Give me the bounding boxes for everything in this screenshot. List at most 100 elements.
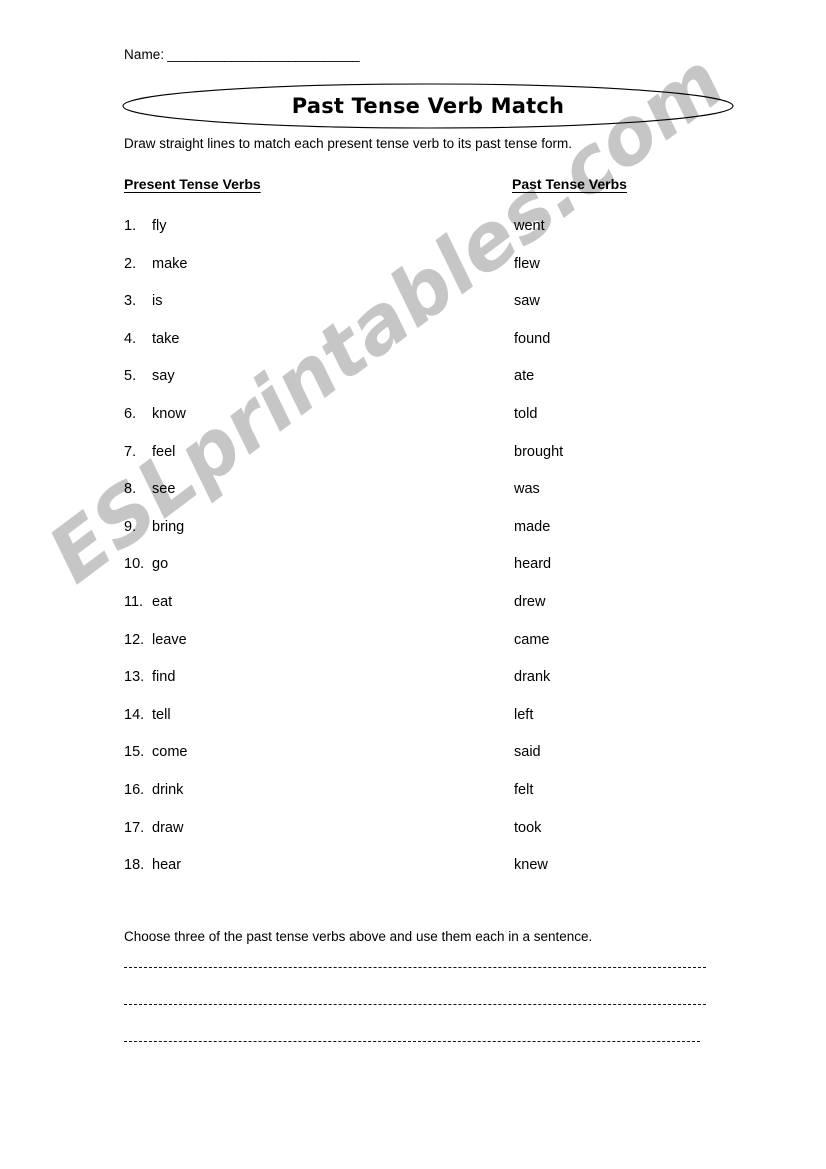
past-tense-verb-word[interactable]: ate — [514, 366, 534, 386]
past-tense-verb-row[interactable]: felt — [514, 780, 754, 818]
past-tense-verb-row[interactable]: made — [514, 517, 754, 555]
verb-number: 9. — [124, 518, 137, 535]
past-tense-verb-row[interactable]: drew — [514, 592, 754, 630]
present-tense-verb-word[interactable]: say — [152, 366, 175, 386]
present-tense-verb-row[interactable]: 14. tell — [124, 705, 454, 743]
past-tense-verb-word[interactable]: went — [514, 216, 545, 236]
present-tense-verb-word[interactable]: take — [152, 329, 179, 349]
present-tense-verb-word[interactable]: is — [152, 291, 162, 311]
past-tense-verb-word[interactable]: told — [514, 404, 537, 424]
answer-line[interactable] — [124, 1041, 706, 1078]
answer-line[interactable] — [124, 1004, 706, 1041]
present-tense-verb-row[interactable]: 6. know — [124, 404, 454, 442]
answer-line-rule — [124, 1004, 706, 1005]
name-label: Name: — [124, 47, 165, 62]
present-tense-verb-word[interactable]: bring — [152, 517, 184, 537]
past-tense-verb-row[interactable]: found — [514, 329, 754, 367]
present-tense-verb-row[interactable]: 12. leave — [124, 630, 454, 668]
verb-number: 3. — [124, 293, 137, 310]
present-tense-verb-word[interactable]: eat — [152, 592, 172, 612]
present-tense-verb-word[interactable]: come — [152, 742, 187, 762]
past-tense-verb-row[interactable]: knew — [514, 855, 754, 893]
present-tense-verb-word[interactable]: hear — [152, 855, 181, 875]
present-tense-verb-row[interactable]: 9. bring — [124, 517, 454, 555]
present-tense-verb-word[interactable]: go — [152, 554, 168, 574]
answer-lines-group — [124, 967, 706, 1078]
present-tense-verb-row[interactable]: 2. make — [124, 254, 454, 292]
past-tense-verb-row[interactable]: told — [514, 404, 754, 442]
answer-line[interactable] — [124, 967, 706, 1004]
past-tense-verb-row[interactable]: drank — [514, 667, 754, 705]
past-tense-verb-word[interactable]: knew — [514, 855, 548, 875]
verb-number: 6. — [124, 405, 137, 422]
past-tense-verb-word[interactable]: left — [514, 705, 533, 725]
past-tense-verb-row[interactable]: said — [514, 742, 754, 780]
present-tense-verb-row[interactable]: 1. fly — [124, 216, 454, 254]
verb-number: 13. — [124, 669, 145, 686]
present-tense-verb-word[interactable]: fly — [152, 216, 167, 236]
past-tense-verb-word[interactable]: found — [514, 329, 550, 349]
past-tense-verb-row[interactable]: heard — [514, 554, 754, 592]
present-tense-verb-word[interactable]: feel — [152, 442, 175, 462]
past-tense-verb-row[interactable]: went — [514, 216, 754, 254]
past-tense-verb-word[interactable]: said — [514, 742, 541, 762]
past-tense-verb-word[interactable]: made — [514, 517, 550, 537]
verb-number: 16. — [124, 781, 145, 798]
past-tense-verb-row[interactable]: brought — [514, 442, 754, 480]
verb-number: 14. — [124, 706, 145, 723]
past-tense-verb-row[interactable]: left — [514, 705, 754, 743]
present-tense-verb-row[interactable]: 13. find — [124, 667, 454, 705]
past-tense-verb-word[interactable]: felt — [514, 780, 533, 800]
past-tense-verb-row[interactable]: came — [514, 630, 754, 668]
past-tense-verb-word[interactable]: came — [514, 630, 549, 650]
present-tense-verb-row[interactable]: 5. say — [124, 366, 454, 404]
past-tense-verb-row[interactable]: took — [514, 818, 754, 856]
present-tense-verb-word[interactable]: drink — [152, 780, 183, 800]
answer-line-rule — [124, 967, 706, 968]
present-tense-verb-row[interactable]: 18. hear — [124, 855, 454, 893]
present-tense-verb-word[interactable]: make — [152, 254, 187, 274]
verb-number: 7. — [124, 443, 137, 460]
past-tense-verb-row[interactable]: flew — [514, 254, 754, 292]
past-tense-verb-row[interactable]: ate — [514, 366, 754, 404]
present-tense-verb-row[interactable]: 3. is — [124, 291, 454, 329]
sentence-prompt-text: Choose three of the past tense verbs abo… — [124, 929, 593, 944]
present-tense-verb-row[interactable]: 17. draw — [124, 818, 454, 856]
present-tense-verb-row[interactable]: 4. take — [124, 329, 454, 367]
present-tense-verb-word[interactable]: draw — [152, 818, 183, 838]
past-tense-verb-row[interactable]: saw — [514, 291, 754, 329]
present-tense-verb-list: 1. fly 2. make 3. is 4. take 5. say 6. know 7. feel 8.… — [124, 216, 454, 893]
worksheet-page: ESLprintables.com Name: _________________… — [0, 0, 826, 1169]
verb-number: 5. — [124, 368, 137, 385]
page-title: Past Tense Verb Match — [291, 94, 565, 118]
past-tense-verb-row[interactable]: was — [514, 479, 754, 517]
verb-number: 8. — [124, 481, 137, 498]
past-tense-verb-word[interactable]: took — [514, 818, 541, 838]
present-tense-verb-row[interactable]: 15. come — [124, 742, 454, 780]
verb-number: 17. — [124, 819, 145, 836]
verb-number: 11. — [124, 593, 144, 610]
past-tense-verb-word[interactable]: brought — [514, 442, 563, 462]
present-tense-verb-word[interactable]: leave — [152, 630, 187, 650]
past-tense-verb-word[interactable]: drank — [514, 667, 550, 687]
present-tense-verb-row[interactable]: 16. drink — [124, 780, 454, 818]
name-blank-line[interactable]: ___________________________ — [167, 47, 359, 62]
name-field-row: Name: ___________________________ — [124, 47, 360, 62]
past-tense-verb-list: went flew saw found ate told brought was made hea… — [514, 216, 754, 893]
verb-number: 2. — [124, 255, 137, 272]
present-tense-verb-word[interactable]: know — [152, 404, 186, 424]
present-tense-verb-row[interactable]: 7. feel — [124, 442, 454, 480]
present-tense-verb-word[interactable]: see — [152, 479, 175, 499]
present-tense-verb-word[interactable]: tell — [152, 705, 171, 725]
present-tense-verb-word[interactable]: find — [152, 667, 175, 687]
present-tense-verb-row[interactable]: 10. go — [124, 554, 454, 592]
verb-number: 18. — [124, 857, 145, 874]
present-tense-verb-row[interactable]: 11. eat — [124, 592, 454, 630]
past-tense-verb-word[interactable]: heard — [514, 554, 551, 574]
past-tense-verb-word[interactable]: saw — [514, 291, 540, 311]
past-tense-verb-word[interactable]: flew — [514, 254, 540, 274]
verb-number: 4. — [124, 330, 137, 347]
past-tense-verb-word[interactable]: was — [514, 479, 540, 499]
present-tense-verb-row[interactable]: 8. see — [124, 479, 454, 517]
past-tense-verb-word[interactable]: drew — [514, 592, 545, 612]
